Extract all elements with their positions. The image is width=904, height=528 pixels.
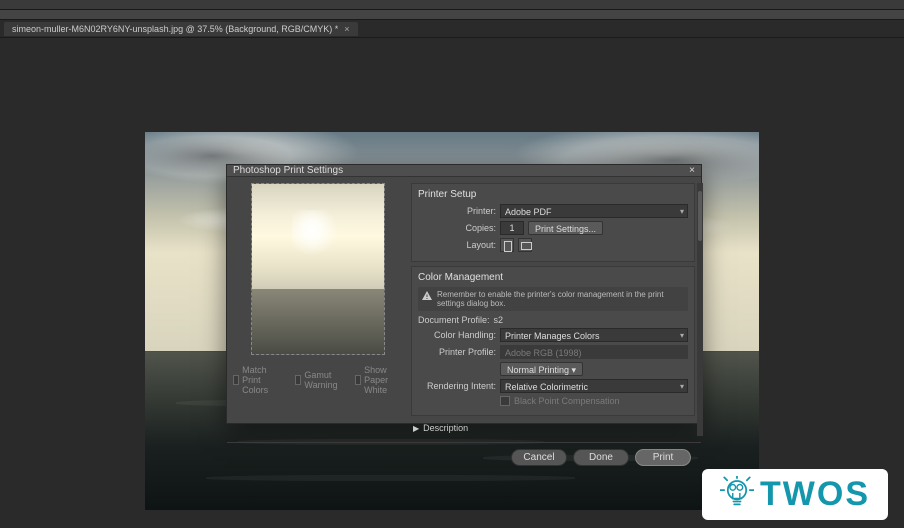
print-settings-button[interactable]: Print Settings... xyxy=(528,221,603,235)
printer-profile-select: Adobe RGB (1998) xyxy=(500,345,688,359)
warning-icon xyxy=(421,290,433,302)
document-profile-label: Document Profile: xyxy=(418,315,490,325)
print-button[interactable]: Print xyxy=(635,449,691,466)
color-management-group: Color Management Remember to enable the … xyxy=(411,266,695,416)
color-handling-select[interactable]: Printer Manages Colors ▾ xyxy=(500,328,688,342)
match-print-colors-label: Match Print Colors xyxy=(242,365,281,395)
watermark: TWOS xyxy=(702,469,888,520)
preview-options: Match Print Colors Gamut Warning Show Pa… xyxy=(233,365,403,395)
settings-scrollbar[interactable] xyxy=(697,183,703,436)
document-tab-title: simeon-muller-M6N02RY6NY-unsplash.jpg @ … xyxy=(12,24,338,34)
printer-label: Printer: xyxy=(418,206,496,216)
printer-profile-label: Printer Profile: xyxy=(418,347,496,357)
color-management-note: Remember to enable the printer's color m… xyxy=(418,287,688,311)
print-settings-dialog: Photoshop Print Settings × Match Print C… xyxy=(226,164,702,424)
copies-field[interactable]: 1 xyxy=(500,221,524,235)
rendering-intent-label: Rendering Intent: xyxy=(418,381,496,391)
group-title: Color Management xyxy=(418,272,688,283)
chevron-down-icon: ▾ xyxy=(572,365,577,375)
print-preview xyxy=(251,183,385,355)
print-preview-pane: Match Print Colors Gamut Warning Show Pa… xyxy=(233,183,403,436)
note-text: Remember to enable the printer's color m… xyxy=(437,290,685,308)
checkbox-icon xyxy=(500,396,510,406)
printer-setup-group: Printer Setup Printer: Adobe PDF ▾ Copie… xyxy=(411,183,695,262)
menu-bar[interactable] xyxy=(0,0,904,10)
show-paper-white-label: Show Paper White xyxy=(364,365,403,395)
rendering-intent-select[interactable]: Relative Colorimetric ▾ xyxy=(500,379,688,393)
dialog-button-row: Cancel Done Print xyxy=(227,442,701,472)
black-point-label: Black Point Compensation xyxy=(514,396,620,406)
document-tab[interactable]: simeon-muller-M6N02RY6NY-unsplash.jpg @ … xyxy=(4,22,358,36)
copies-label: Copies: xyxy=(418,223,496,233)
lightbulb-icon xyxy=(720,476,754,513)
checkbox-icon xyxy=(355,375,361,385)
close-icon[interactable]: × xyxy=(344,24,349,34)
description-label: Description xyxy=(423,423,468,433)
color-handling-label: Color Handling: xyxy=(418,330,496,340)
chevron-down-icon: ▾ xyxy=(680,381,684,393)
printer-select[interactable]: Adobe PDF ▾ xyxy=(500,204,688,218)
gamut-warning-checkbox[interactable]: Gamut Warning xyxy=(295,365,341,395)
watermark-text: TWOS xyxy=(760,475,870,514)
description-section[interactable]: ▶ Description xyxy=(411,420,695,436)
dialog-title: Photoshop Print Settings xyxy=(233,165,343,176)
done-button[interactable]: Done xyxy=(573,449,629,466)
layout-label: Layout: xyxy=(418,240,496,250)
options-bar[interactable] xyxy=(0,10,904,20)
orientation-portrait-icon[interactable] xyxy=(500,238,514,252)
normal-printing-button[interactable]: Normal Printing ▾ xyxy=(500,362,583,376)
settings-pane: Printer Setup Printer: Adobe PDF ▾ Copie… xyxy=(411,183,695,436)
close-icon[interactable]: × xyxy=(689,165,695,176)
show-paper-white-checkbox[interactable]: Show Paper White xyxy=(355,365,403,395)
cancel-button[interactable]: Cancel xyxy=(511,449,567,466)
gamut-warning-label: Gamut Warning xyxy=(304,370,341,390)
chevron-down-icon: ▾ xyxy=(680,330,684,342)
checkbox-icon xyxy=(295,375,302,385)
match-print-colors-checkbox[interactable]: Match Print Colors xyxy=(233,365,281,395)
document-profile-value: s2 xyxy=(494,315,504,325)
dialog-titlebar[interactable]: Photoshop Print Settings × xyxy=(227,165,701,177)
checkbox-icon xyxy=(233,375,239,385)
scrollbar-thumb[interactable] xyxy=(698,191,702,241)
document-tab-bar: simeon-muller-M6N02RY6NY-unsplash.jpg @ … xyxy=(0,20,904,38)
chevron-down-icon: ▾ xyxy=(680,206,684,218)
workspace: Photoshop Print Settings × Match Print C… xyxy=(0,38,904,528)
group-title: Printer Setup xyxy=(418,189,688,200)
orientation-landscape-icon[interactable] xyxy=(518,238,532,252)
chevron-right-icon: ▶ xyxy=(413,424,419,433)
